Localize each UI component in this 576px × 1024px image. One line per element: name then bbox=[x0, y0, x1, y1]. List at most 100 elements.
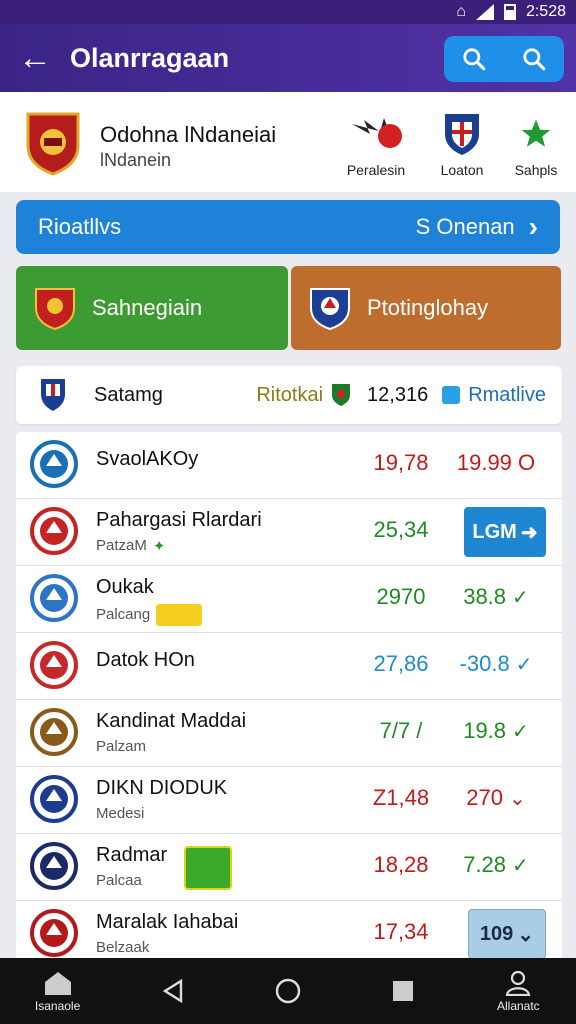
table-header: Satamg Ritotkai 12,316 Rmatlive bbox=[16, 366, 562, 424]
check-icon: ✓ bbox=[512, 721, 529, 743]
search-icon[interactable] bbox=[521, 46, 547, 72]
section-ribbon[interactable]: Rioatllvs S Onenan › bbox=[16, 200, 560, 254]
value-primary: 17,34 bbox=[373, 919, 429, 944]
value-secondary: 19.8 ✓ bbox=[463, 718, 529, 743]
value-primary: 7/7 / bbox=[379, 718, 423, 743]
value-secondary: 38.8 ✓ bbox=[463, 584, 529, 609]
status-time: 2:528 bbox=[525, 3, 566, 20]
value-secondary: -30.8 ✓ bbox=[459, 651, 533, 676]
table-row[interactable]: Kandinat Maddai Palzam 7/7 / 19.8 ✓ bbox=[16, 700, 562, 767]
team-logo-icon bbox=[30, 775, 78, 823]
team-name: Radmar bbox=[96, 844, 168, 866]
badge-icon bbox=[332, 384, 351, 406]
value-button[interactable]: LGM ➜ bbox=[464, 507, 546, 557]
back-arrow-icon[interactable]: ← bbox=[0, 39, 70, 78]
nav-home[interactable]: Isanaole bbox=[18, 970, 98, 1013]
team-name: Oukak bbox=[96, 576, 154, 598]
star-icon bbox=[521, 119, 551, 147]
crest-icon bbox=[35, 288, 75, 330]
quick-link-loaton[interactable]: Loaton bbox=[422, 112, 502, 178]
green-button-label: Sahnegiain bbox=[92, 295, 203, 320]
circle-home-icon bbox=[275, 978, 301, 1004]
table-row[interactable]: Pahargasi Rlardari PatzaM ✦ 25,34 LGM ➜ bbox=[16, 499, 562, 566]
team-name: Pahargasi Rlardari bbox=[96, 509, 262, 531]
check-icon: ✓ bbox=[515, 654, 533, 676]
green-action-button[interactable]: Sahnegiain bbox=[16, 266, 288, 350]
team-subtitle: Belzaak bbox=[96, 939, 150, 956]
header-tag: Ritotkai bbox=[256, 383, 324, 406]
nav-back[interactable] bbox=[133, 979, 213, 1003]
league-name: Odohna lNdaneiai bbox=[100, 122, 277, 147]
quick-label: Loaton bbox=[440, 162, 484, 178]
header-name: Satamg bbox=[94, 383, 163, 406]
quick-link-peralesin[interactable]: Peralesin bbox=[336, 112, 416, 178]
ribbon-left-label: Rioatllvs bbox=[38, 214, 122, 239]
search-group bbox=[444, 36, 564, 82]
team-name: SvaolAKOy bbox=[96, 448, 199, 470]
team-logo-icon bbox=[30, 708, 78, 756]
shield-icon bbox=[41, 379, 65, 411]
team-name: Maralak Iahabai bbox=[96, 911, 239, 933]
value-primary: Z1,48 bbox=[372, 785, 430, 810]
league-header: Odohna lNdaneiai lNdanein Peralesin Loat… bbox=[0, 92, 576, 192]
team-logo-icon bbox=[30, 507, 78, 555]
page-title: Olanrragaan bbox=[70, 42, 230, 73]
info-icon bbox=[442, 386, 461, 404]
flag-badge-icon bbox=[156, 604, 203, 626]
nav-account[interactable]: Allanatc bbox=[478, 970, 558, 1013]
team-name: Kandinat Maddai bbox=[96, 710, 247, 732]
nav-recents[interactable] bbox=[363, 980, 443, 1002]
value-primary: 25,34 bbox=[373, 517, 429, 542]
nav-home-circle[interactable] bbox=[248, 978, 328, 1004]
team-logo-icon bbox=[30, 842, 78, 890]
league-crest-icon bbox=[26, 112, 80, 176]
user-icon bbox=[506, 970, 531, 996]
quick-label: Peralesin bbox=[346, 162, 406, 178]
league-subtitle: lNdanein bbox=[100, 150, 172, 170]
status-bar: ⌂ 2:528 bbox=[0, 0, 576, 24]
value-secondary: 270 ⌄ bbox=[466, 785, 526, 810]
chevron-down-icon: ⌄ bbox=[517, 923, 535, 946]
value-primary: 18,28 bbox=[373, 852, 429, 877]
bottom-nav: Isanaole Allanatc bbox=[0, 958, 576, 1024]
wifi-icon: ⌂ bbox=[456, 3, 466, 20]
nav-home-label: Isanaole bbox=[34, 998, 81, 1013]
value-secondary: 19.99 O bbox=[456, 450, 536, 475]
value-primary: 19,78 bbox=[373, 450, 429, 475]
table-row[interactable]: Datok HOn 27,86 -30.8 ✓ bbox=[16, 633, 562, 700]
quick-link-sahpls[interactable]: Sahpls bbox=[496, 112, 576, 178]
shield-icon bbox=[445, 114, 479, 155]
table-row[interactable]: Radmar Palcaa 18,28 7.28 ✓ bbox=[16, 834, 562, 901]
battery-icon bbox=[503, 4, 516, 20]
team-subtitle: Medesi bbox=[96, 805, 145, 822]
home-icon bbox=[44, 971, 71, 995]
chevron-right-icon: › bbox=[528, 211, 538, 242]
orange-button-label: Ptotinglohay bbox=[367, 295, 489, 320]
team-logo-icon bbox=[30, 641, 78, 689]
value-primary: 2970 bbox=[376, 584, 426, 609]
team-name: DIKN DIODUK bbox=[96, 777, 228, 799]
chevron-down-icon: ⌄ bbox=[508, 788, 526, 810]
table-row[interactable]: SvaolAKOy 19,78 19.99 O bbox=[16, 432, 562, 499]
header-number: 12,316 bbox=[367, 383, 429, 406]
eagle-icon bbox=[352, 118, 402, 148]
value-secondary: 7.28 ✓ bbox=[463, 852, 529, 877]
crest-icon bbox=[310, 288, 350, 330]
value-dropdown[interactable]: 109 ⌄ bbox=[468, 909, 546, 959]
table-row[interactable]: Oukak Palcang 2970 38.8 ✓ bbox=[16, 566, 562, 633]
check-icon: ✓ bbox=[512, 855, 529, 877]
team-subtitle: Palzam bbox=[96, 738, 147, 755]
team-subtitle: Palcaa bbox=[96, 872, 142, 889]
team-list: SvaolAKOy 19,78 19.99 O Pahargasi Rlardari… bbox=[16, 432, 562, 968]
check-icon: ✓ bbox=[512, 587, 529, 609]
table-row[interactable]: DIKN DIODUK Medesi Z1,48 270 ⌄ bbox=[16, 767, 562, 834]
team-subtitle: PatzaM ✦ bbox=[96, 537, 166, 556]
relative-label: Rmatlive bbox=[468, 383, 546, 406]
search-icon[interactable] bbox=[461, 46, 487, 72]
team-logo-icon bbox=[30, 440, 78, 488]
orange-action-button[interactable]: Ptotinglohay bbox=[291, 266, 561, 350]
relative-toggle[interactable]: Rmatlive bbox=[442, 384, 546, 407]
app-bar: ← Olanrragaan bbox=[0, 24, 576, 92]
value-primary: 27,86 bbox=[373, 651, 429, 676]
ribbon-right-label: S Onenan bbox=[415, 214, 515, 239]
